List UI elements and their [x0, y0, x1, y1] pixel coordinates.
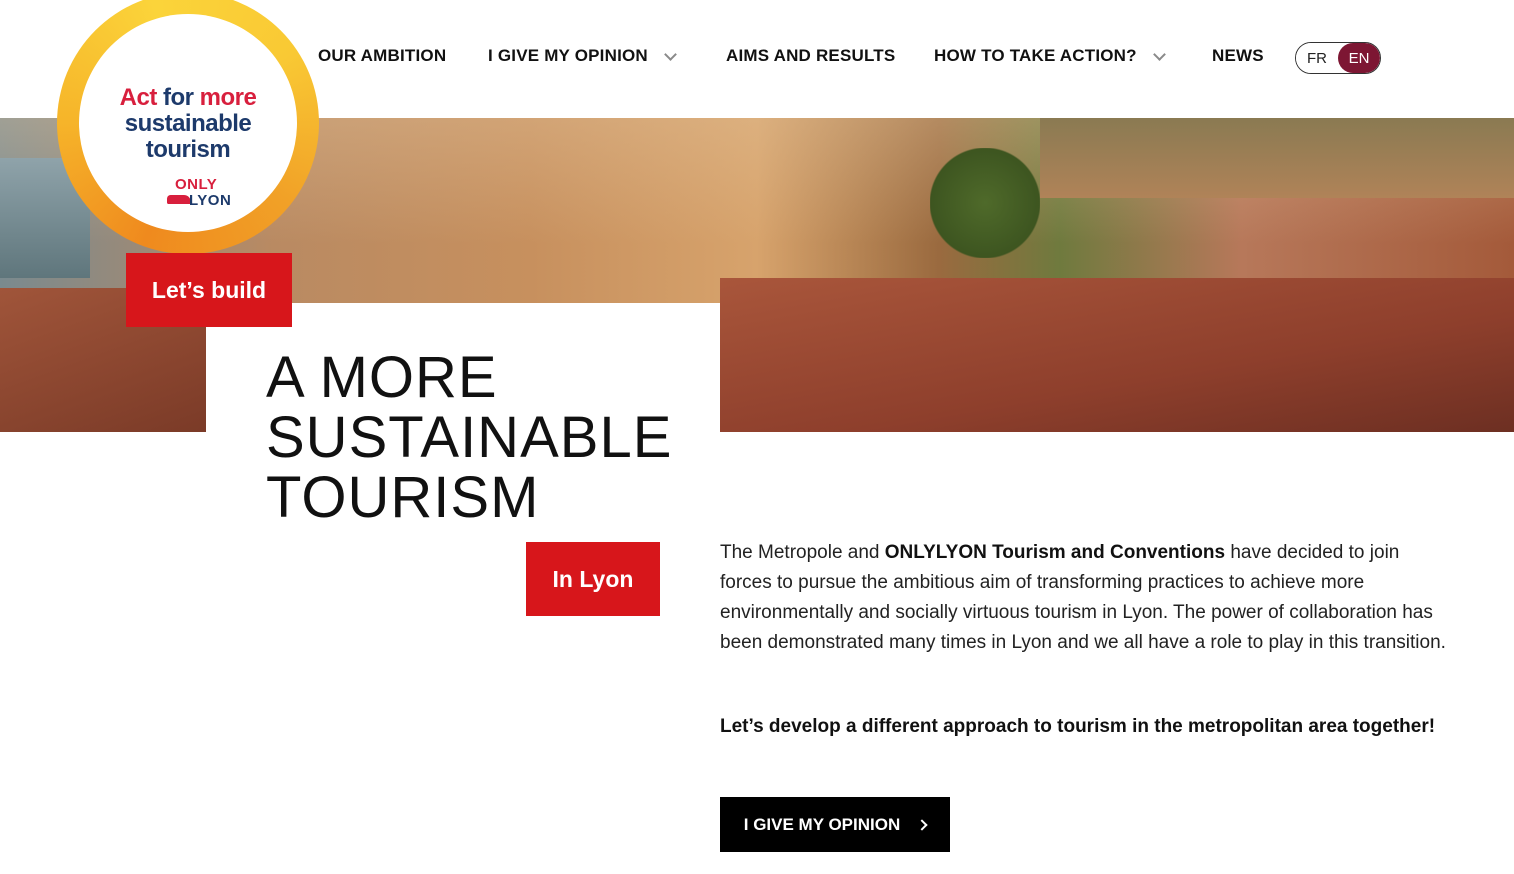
hero-trees: [930, 148, 1040, 258]
nav-aims-results[interactable]: AIMS AND RESULTS: [726, 46, 895, 66]
logo-line-3: tourism: [145, 136, 231, 163]
brand-only: ONLY: [175, 176, 218, 193]
logo-inner: Act for more sustainable tourism ONLY LY…: [79, 14, 297, 232]
page-title: A MORE SUSTAINABLE TOURISM: [266, 348, 706, 528]
lang-en-button[interactable]: EN: [1338, 43, 1380, 73]
lang-fr-button[interactable]: FR: [1296, 43, 1338, 73]
nav-take-action[interactable]: HOW TO TAKE ACTION?: [934, 46, 1166, 66]
nav-label: AIMS AND RESULTS: [726, 46, 896, 65]
chevron-right-icon: [916, 818, 928, 831]
site-logo[interactable]: Act for more sustainable tourism ONLY LY…: [57, 0, 319, 254]
chevron-down-icon: [1152, 47, 1166, 61]
language-switcher: FR EN: [1295, 42, 1381, 74]
nav-our-ambition[interactable]: OUR AMBITION: [318, 46, 446, 66]
tag-in-lyon: In Lyon: [526, 542, 660, 616]
nav-label: HOW TO TAKE ACTION?: [934, 46, 1137, 65]
lion-icon: [167, 195, 191, 204]
nav-give-opinion[interactable]: I GIVE MY OPINION: [488, 46, 677, 66]
chevron-down-icon: [664, 47, 677, 61]
hero-roofs-right: [720, 278, 1514, 432]
logo-line-1: Act for more: [119, 84, 257, 111]
give-opinion-button[interactable]: I GIVE MY OPINION: [720, 797, 950, 852]
nav-news[interactable]: NEWS: [1212, 46, 1264, 66]
nav-label: I GIVE MY OPINION: [488, 46, 648, 65]
nav-label: NEWS: [1212, 46, 1264, 65]
nav-label: OUR AMBITION: [318, 46, 447, 65]
brand-lyon: LYON: [189, 192, 232, 209]
tag-lets-build: Let’s build: [126, 253, 292, 327]
cta-label: I GIVE MY OPINION: [743, 814, 901, 834]
logo-line-2: sustainable: [124, 110, 252, 137]
title-line: TOURISM: [266, 465, 540, 530]
lead-text: Let’s develop a different approach to to…: [720, 716, 1436, 737]
hero-fortress-wall: [1040, 118, 1514, 198]
title-line: SUSTAINABLE: [266, 405, 673, 470]
intro-paragraph: The Metropole and ONLYLYON Tourism and C…: [720, 542, 1446, 653]
title-line: A MORE: [266, 345, 498, 410]
